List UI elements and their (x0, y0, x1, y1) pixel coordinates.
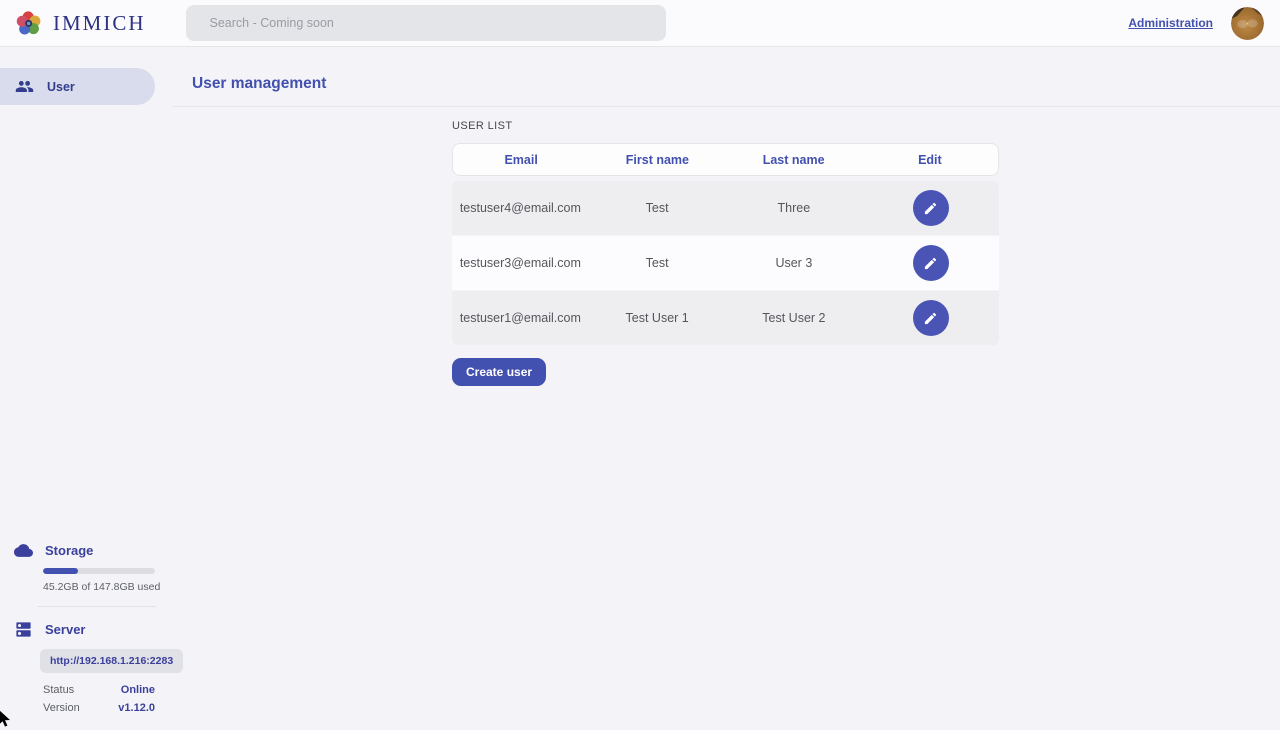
version-label: Version (43, 702, 80, 714)
pencil-icon (923, 201, 938, 216)
user-table-header: Email First name Last name Edit (452, 143, 999, 176)
version-value: v1.12.0 (118, 702, 155, 714)
cell-first-name: Test (589, 256, 726, 270)
pencil-icon (923, 256, 938, 271)
status-label: Status (43, 684, 74, 696)
cell-edit (862, 190, 999, 226)
cell-email: testuser4@email.com (452, 201, 589, 215)
server-url-chip[interactable]: http://192.168.1.216:2283 (40, 649, 183, 673)
immich-logo: IMMICH (14, 8, 146, 38)
dns-icon (14, 620, 33, 639)
server-header: Server (0, 620, 172, 639)
cloud-icon (14, 541, 33, 560)
cell-edit (862, 300, 999, 336)
page-title: User management (192, 75, 1280, 93)
cell-last-name: Three (726, 201, 863, 215)
cell-email: testuser3@email.com (452, 256, 589, 270)
storage-title: Storage (45, 543, 93, 558)
immich-flower-icon (14, 8, 44, 38)
cell-first-name: Test (589, 201, 726, 215)
main-panel: User management USER LIST Email First na… (172, 47, 1280, 730)
sidebar: User Storage 45.2GB of 147.8GB used (0, 47, 172, 730)
create-user-button[interactable]: Create user (452, 358, 546, 386)
cell-email: testuser1@email.com (452, 311, 589, 325)
status-value: Online (121, 684, 155, 696)
edit-user-button[interactable] (913, 190, 949, 226)
app-header: IMMICH Administration (0, 0, 1280, 47)
sidebar-item-user[interactable]: User (0, 68, 155, 105)
sidebar-info-panel: Storage 45.2GB of 147.8GB used Server ht… (0, 541, 172, 730)
user-list-heading: USER LIST (452, 120, 999, 132)
user-avatar[interactable] (1231, 7, 1264, 40)
server-title: Server (45, 622, 85, 637)
administration-link[interactable]: Administration (1128, 16, 1213, 30)
title-divider (172, 106, 1280, 107)
logo-wordmark: IMMICH (53, 11, 146, 36)
cell-first-name: Test User 1 (589, 311, 726, 325)
server-status-row: Status Online (43, 684, 155, 696)
table-row: testuser1@email.comTest User 1Test User … (452, 291, 999, 345)
edit-user-button[interactable] (913, 300, 949, 336)
search-input[interactable] (186, 5, 666, 41)
storage-usage-text: 45.2GB of 147.8GB used (43, 581, 172, 593)
group-icon (15, 77, 34, 96)
column-header-edit: Edit (862, 153, 998, 167)
cell-last-name: Test User 2 (726, 311, 863, 325)
cell-last-name: User 3 (726, 256, 863, 270)
column-header-first-name: First name (589, 153, 725, 167)
column-header-email: Email (453, 153, 589, 167)
sidebar-item-label: User (47, 80, 75, 94)
storage-header: Storage (0, 541, 172, 560)
sidebar-divider (37, 606, 156, 607)
column-header-last-name: Last name (726, 153, 862, 167)
pencil-icon (923, 311, 938, 326)
edit-user-button[interactable] (913, 245, 949, 281)
server-version-row: Version v1.12.0 (43, 702, 155, 714)
table-row: testuser4@email.comTestThree (452, 181, 999, 235)
storage-progress-fill (43, 568, 78, 574)
user-table-body: testuser4@email.comTestThreetestuser3@em… (452, 181, 999, 345)
cell-edit (862, 245, 999, 281)
storage-progress-bar (43, 568, 155, 574)
table-row: testuser3@email.comTestUser 3 (452, 236, 999, 290)
